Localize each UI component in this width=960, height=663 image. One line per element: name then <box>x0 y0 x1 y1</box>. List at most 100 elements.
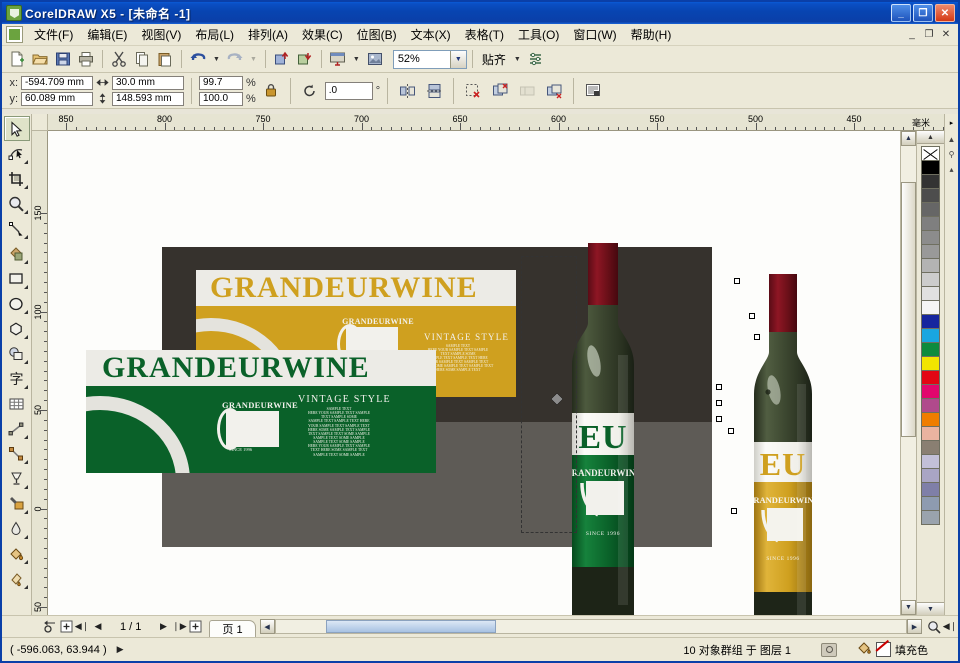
next-page-button[interactable]: ▶ <box>155 619 171 635</box>
menu-text[interactable]: 文本(X) <box>404 23 458 46</box>
last-page-button[interactable]: ❘▶ <box>171 619 187 635</box>
pick-tool[interactable] <box>4 116 30 141</box>
lock-ratio-icon[interactable] <box>259 79 283 103</box>
palette-swatch-magenta[interactable] <box>921 384 940 399</box>
selection-handle-sw[interactable] <box>716 400 722 406</box>
bottle-gold-label[interactable]: EU GRANDEURWINE SINCE 1996 <box>754 274 812 615</box>
smart-fill-tool[interactable] <box>4 241 30 266</box>
fill-tool[interactable] <box>4 541 30 566</box>
prev-page-button[interactable]: ◀ <box>90 619 106 635</box>
trim-icon[interactable] <box>542 79 566 103</box>
palette-swatch-red[interactable] <box>921 370 940 385</box>
position-y-input[interactable]: 60.089 mm <box>21 92 93 106</box>
corel-connect-icon[interactable] <box>364 48 386 70</box>
flyout-arrow-icon[interactable] <box>24 285 28 289</box>
snap-dropdown-icon[interactable]: ▼ <box>511 56 524 63</box>
menu-bitmaps[interactable]: 位图(B) <box>350 23 404 46</box>
mirror-vertical-icon[interactable] <box>422 79 446 103</box>
doc-minimize-button[interactable]: _ <box>904 28 920 42</box>
import-icon[interactable] <box>271 48 293 70</box>
menu-file[interactable]: 文件(F) <box>27 23 80 46</box>
zoom-to-fit-button[interactable] <box>926 619 942 635</box>
flyout-arrow-icon[interactable] <box>24 260 28 264</box>
selection-handle-se[interactable] <box>728 428 734 434</box>
hscroll-right-button[interactable]: ▶ <box>907 619 922 634</box>
bottle-green-label[interactable]: EU GRANDEURWINE SINCE 1996 <box>572 243 634 615</box>
ruler-options-button[interactable]: ▸ <box>944 114 958 131</box>
launcher-dropdown-icon[interactable]: ▼ <box>350 56 363 63</box>
palette-swatch-orange[interactable] <box>921 412 940 427</box>
outline-none-icon[interactable] <box>876 642 891 657</box>
doc-close-button[interactable]: ✕ <box>938 28 954 42</box>
selection-handle-ne[interactable] <box>754 334 760 340</box>
palette-swatch-gray-90[interactable] <box>921 174 940 189</box>
object-height-input[interactable]: 148.593 mm <box>112 92 184 106</box>
crop-tool[interactable] <box>4 166 30 191</box>
palette-swatch-black[interactable] <box>921 160 940 175</box>
table-tool[interactable] <box>4 391 30 416</box>
status-expand-icon[interactable]: ▶ <box>107 644 124 655</box>
horizontal-scrollbar[interactable]: ◀ ▶ <box>260 619 922 635</box>
polygon-tool[interactable] <box>4 316 30 341</box>
flyout-arrow-icon[interactable] <box>24 585 28 589</box>
menu-help[interactable]: 帮助(H) <box>624 23 679 46</box>
flyout-arrow-icon[interactable] <box>24 485 28 489</box>
palette-swatch-list[interactable] <box>921 146 940 524</box>
rotation-angle-input[interactable]: .0 <box>325 82 373 100</box>
docker-expand-icon[interactable]: ▴ <box>946 163 958 175</box>
palette-swatch-steel-blue[interactable] <box>921 496 940 511</box>
palette-swatch-light-lavender[interactable] <box>921 454 940 469</box>
label-card-green[interactable]: GRANDEURWINE GRANDEURWINE SINCE 1996 VIN… <box>86 350 436 473</box>
paste-icon[interactable] <box>154 48 176 70</box>
vertical-scroll-thumb[interactable] <box>901 182 916 436</box>
palette-swatch-gray-10[interactable] <box>921 286 940 301</box>
application-launcher-icon[interactable] <box>327 48 349 70</box>
menu-effects[interactable]: 效果(C) <box>295 23 350 46</box>
to-front-icon[interactable] <box>461 79 485 103</box>
palette-swatch-no-color[interactable] <box>921 146 940 161</box>
export-icon[interactable] <box>294 48 316 70</box>
chevron-down-icon[interactable]: ▼ <box>450 51 466 68</box>
selection-handle-e[interactable] <box>731 508 737 514</box>
interactive-fill-tool[interactable] <box>4 566 30 591</box>
menu-layout[interactable]: 布局(L) <box>188 23 241 46</box>
maximize-button[interactable]: ❐ <box>913 4 933 22</box>
add-page-start-button[interactable] <box>58 619 74 635</box>
zoom-level-select[interactable]: 52% ▼ <box>393 50 467 69</box>
ruler-origin-corner[interactable] <box>32 114 48 131</box>
palette-swatch-gray-40[interactable] <box>921 244 940 259</box>
undo-dropdown-icon[interactable]: ▼ <box>210 56 223 63</box>
flyout-arrow-icon[interactable] <box>24 235 28 239</box>
redo-icon[interactable] <box>224 48 246 70</box>
blend-tool[interactable] <box>4 466 30 491</box>
first-page-button[interactable]: ◀❘ <box>74 619 90 635</box>
object-width-input[interactable]: 30.0 mm <box>112 76 184 90</box>
palette-scroll-down-button[interactable]: ▼ <box>917 602 944 615</box>
shape-tool[interactable] <box>4 141 30 166</box>
freehand-tool[interactable] <box>4 216 30 241</box>
snapshot-icon[interactable] <box>821 643 837 657</box>
docker-collapse-icon[interactable]: ▲ <box>946 133 958 145</box>
cut-icon[interactable] <box>108 48 130 70</box>
drawing-canvas[interactable]: GRANDEURWINE GRANDEURWINE VINTAGE STYLE … <box>48 131 900 615</box>
document-icon[interactable] <box>6 26 23 43</box>
options-icon[interactable] <box>525 48 547 70</box>
basic-shapes-tool[interactable] <box>4 341 30 366</box>
connector-tool[interactable] <box>4 441 30 466</box>
text-tool[interactable]: 字 <box>4 366 30 391</box>
palette-swatch-gray-30[interactable] <box>921 258 940 273</box>
menu-arrange[interactable]: 排列(A) <box>241 23 295 46</box>
menu-table[interactable]: 表格(T) <box>458 23 511 46</box>
to-back-icon[interactable] <box>488 79 512 103</box>
palette-swatch-white[interactable] <box>921 300 940 315</box>
docker-pin-icon[interactable]: ⚲ <box>946 148 958 160</box>
flyout-arrow-icon[interactable] <box>24 460 28 464</box>
selection-handle-s[interactable] <box>716 416 722 422</box>
palette-swatch-salmon[interactable] <box>921 426 940 441</box>
selection-handle-w[interactable] <box>716 384 722 390</box>
print-icon[interactable] <box>75 48 97 70</box>
fill-color-icon[interactable] <box>857 641 872 659</box>
scroll-down-button[interactable]: ▼ <box>901 600 916 615</box>
palette-swatch-cyan-blue[interactable] <box>921 328 940 343</box>
flyout-arrow-icon[interactable] <box>24 435 28 439</box>
